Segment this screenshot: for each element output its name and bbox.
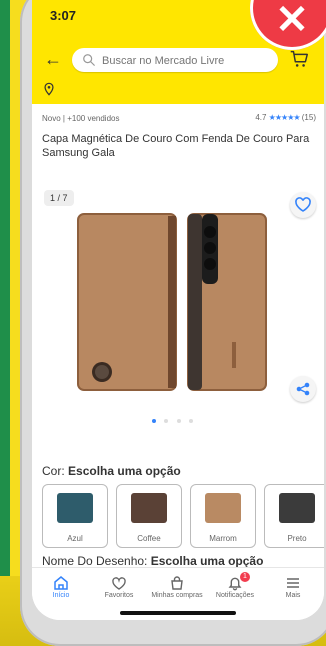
product-image[interactable]: [72, 202, 272, 402]
search-bar[interactable]: [72, 48, 278, 72]
color-heading: Cor: Escolha uma opção: [42, 464, 181, 478]
product-rating[interactable]: 4.7 ★★★★★ (15): [255, 113, 316, 122]
notification-badge: 1: [240, 572, 250, 582]
color-option-azul[interactable]: Azul: [42, 484, 108, 548]
phone-screen: 3:07 ← Novo | +100 vendidos 4.7 ★★★★★ (1…: [32, 0, 324, 620]
product-title: Capa Magnética De Couro Com Fenda De Cou…: [42, 133, 310, 159]
back-arrow-icon[interactable]: ←: [42, 48, 64, 70]
nav-label: Mais: [285, 592, 301, 599]
carousel-dots: [152, 410, 197, 423]
share-button[interactable]: [290, 376, 316, 402]
nav-item-favoritos[interactable]: Favoritos: [90, 574, 148, 599]
home-indicator: [120, 611, 236, 615]
color-option-coffee[interactable]: Coffee: [116, 484, 182, 548]
search-icon: [83, 54, 95, 66]
color-option-label: Preto: [287, 534, 307, 543]
color-thumbnail: [205, 493, 241, 523]
nav-label: Minhas compras: [151, 592, 203, 599]
design-value: Escolha uma opção: [150, 554, 264, 568]
heart-icon: [112, 577, 126, 590]
color-thumbnail: [279, 493, 315, 523]
color-label: Cor:: [42, 464, 69, 478]
location-pin-icon[interactable]: [42, 82, 56, 96]
color-option-label: Coffee: [137, 534, 161, 543]
color-thumbnail: [131, 493, 167, 523]
share-icon: [296, 382, 310, 396]
carousel-dot[interactable]: [189, 419, 194, 423]
nav-item-inicio[interactable]: Início: [32, 574, 90, 599]
rating-count: (15): [301, 113, 316, 122]
carousel-dot[interactable]: [164, 419, 169, 423]
nav-item-mais[interactable]: Mais: [264, 574, 322, 599]
search-input[interactable]: [100, 51, 274, 71]
color-value: Escolha uma opção: [68, 464, 181, 478]
design-label: Nome Do Desenho:: [42, 554, 151, 568]
nav-label: Favoritos: [104, 592, 134, 599]
color-option-label: Azul: [67, 534, 83, 543]
close-icon: ✕: [275, 0, 309, 42]
menu-icon: [287, 578, 299, 588]
color-thumbnail: [57, 493, 93, 523]
product-condition-sales: Novo | +100 vendidos: [42, 114, 120, 123]
product-page: Novo | +100 vendidos 4.7 ★★★★★ (15) Capa…: [32, 104, 324, 568]
nav-label: Notificações: [215, 592, 255, 599]
nav-item-notificacoes[interactable]: 1 Notificações: [206, 572, 264, 599]
image-counter: 1 / 7: [44, 190, 74, 206]
nav-label: Início: [52, 592, 70, 599]
favorite-button[interactable]: [290, 192, 316, 218]
bag-icon: [171, 576, 183, 590]
color-option-label: Marrom: [209, 534, 237, 543]
bottom-nav: Início Favoritos Minhas compras 1 Notifi…: [32, 567, 324, 620]
carousel-dot[interactable]: [152, 419, 156, 423]
product-image-carousel[interactable]: 1 / 7: [32, 184, 324, 423]
nav-item-minhas-compras[interactable]: Minhas compras: [148, 574, 206, 599]
color-option-preto[interactable]: Preto: [264, 484, 324, 548]
color-options: Azul Coffee Marrom Preto: [42, 484, 324, 548]
rating-value: 4.7: [255, 113, 267, 122]
cart-icon[interactable]: [288, 48, 310, 70]
home-icon: [54, 576, 68, 590]
design-heading: Nome Do Desenho: Escolha uma opção: [42, 554, 263, 568]
heart-icon: [295, 197, 311, 212]
rating-stars-icon: ★★★★★: [268, 113, 301, 122]
status-time: 3:07: [50, 8, 77, 23]
carousel-dot[interactable]: [176, 419, 181, 423]
color-option-marrom[interactable]: Marrom: [190, 484, 256, 548]
